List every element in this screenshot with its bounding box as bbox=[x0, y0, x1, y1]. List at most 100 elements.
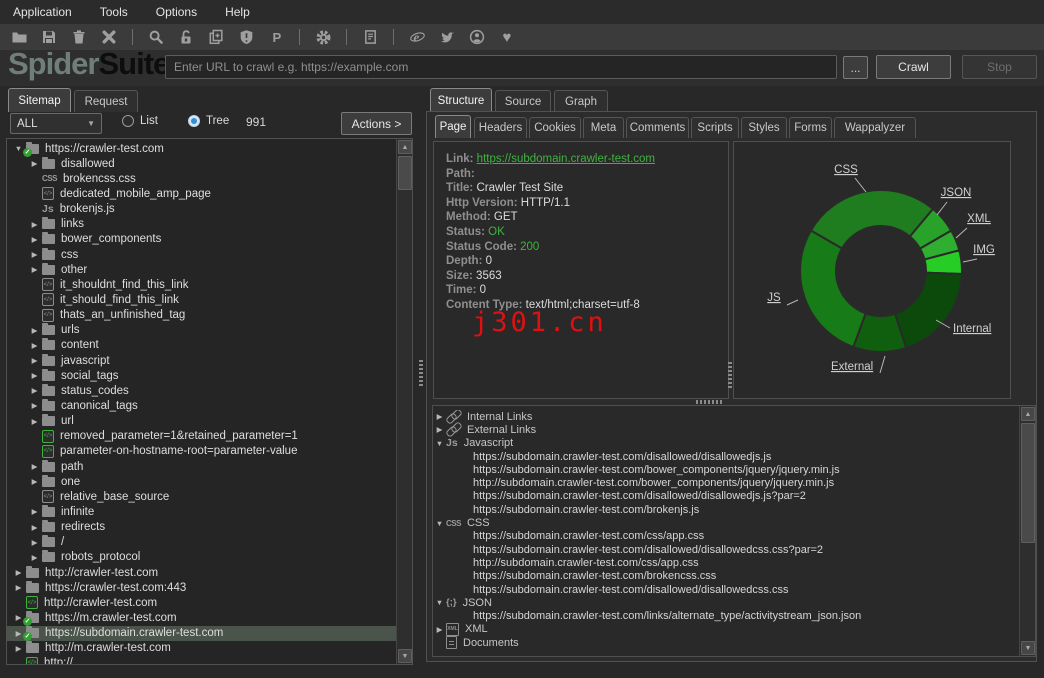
tree-row[interactable]: </> http://crawler-test.com bbox=[7, 595, 396, 610]
actions-button[interactable]: Actions > bbox=[341, 112, 412, 135]
tab-graph[interactable]: Graph bbox=[554, 90, 608, 112]
tree-row[interactable]: ▼https://crawler-test.com bbox=[7, 141, 396, 157]
tab-sitemap[interactable]: Sitemap bbox=[8, 88, 71, 112]
chevron-right-icon[interactable]: ▶ bbox=[11, 644, 26, 653]
chevron-right-icon[interactable]: ▶ bbox=[27, 326, 42, 335]
chevron-right-icon[interactable]: ▶ bbox=[27, 417, 42, 426]
tree-row[interactable]: </> thats_an_unfinished_tag bbox=[7, 308, 396, 323]
tree-row[interactable]: ▶ content bbox=[7, 338, 396, 353]
chevron-right-icon[interactable]: ▶ bbox=[27, 235, 42, 244]
tree-row[interactable]: ▶ links bbox=[7, 217, 396, 232]
chevron-right-icon[interactable]: ▶ bbox=[27, 159, 42, 168]
tree-row[interactable]: </> it_shouldnt_find_this_link bbox=[7, 277, 396, 292]
tree-row[interactable]: ▶ canonical_tags bbox=[7, 398, 396, 413]
tree-row[interactable]: </> dedicated_mobile_amp_page bbox=[7, 186, 396, 201]
links-url-row[interactable]: https://subdomain.crawler-test.com/disal… bbox=[433, 583, 1019, 596]
links-url-row[interactable]: https://subdomain.crawler-test.com/disal… bbox=[433, 490, 1019, 503]
tree-row[interactable]: ▶ css bbox=[7, 247, 396, 262]
links-url-row[interactable]: https://subdomain.crawler-test.com/broke… bbox=[433, 570, 1019, 583]
links-group-row[interactable]: ▼ Js Javascript bbox=[433, 437, 1019, 450]
vertical-splitter[interactable] bbox=[417, 88, 425, 666]
filter-dropdown[interactable]: ALL ▼ bbox=[10, 113, 102, 134]
browse-button[interactable]: ... bbox=[843, 56, 868, 79]
links-group-row[interactable]: ▼ {;} JSON bbox=[433, 596, 1019, 609]
chevron-right-icon[interactable]: ▶ bbox=[27, 523, 42, 532]
report-button[interactable] bbox=[355, 26, 385, 48]
tab-structure[interactable]: Structure bbox=[430, 88, 492, 112]
tree-row[interactable]: ▶ url bbox=[7, 414, 396, 429]
links-group-row[interactable]: ▼ CSS CSS bbox=[433, 516, 1019, 529]
close-button[interactable] bbox=[94, 26, 124, 48]
crawl-button[interactable]: Crawl bbox=[876, 55, 951, 79]
twitter-button[interactable] bbox=[432, 26, 462, 48]
donate-button[interactable]: ♥ bbox=[492, 26, 522, 48]
tree-row[interactable]: ▶ other bbox=[7, 262, 396, 277]
shield-alert-button[interactable] bbox=[231, 26, 261, 48]
search-button[interactable] bbox=[141, 26, 171, 48]
chevron-right-icon[interactable]: ▶ bbox=[27, 462, 42, 471]
browser-button[interactable]: e bbox=[402, 26, 432, 48]
tree-row[interactable]: ▶ status_codes bbox=[7, 383, 396, 398]
horizontal-splitter-grip[interactable] bbox=[696, 400, 722, 404]
tree-row[interactable]: ▶ http://m.crawler-test.com bbox=[7, 641, 396, 656]
chevron-right-icon[interactable]: ▶ bbox=[27, 220, 42, 229]
panel-splitter-grip[interactable] bbox=[728, 362, 732, 388]
chevron-down-icon[interactable]: ▼ bbox=[433, 519, 446, 528]
subtab-wappalyzer[interactable]: Wappalyzer bbox=[834, 117, 916, 138]
chevron-right-icon[interactable]: ▶ bbox=[433, 425, 446, 434]
links-group-row[interactable]: ▶ XML XML bbox=[433, 622, 1019, 636]
tree-row[interactable]: ▶ http://crawler-test.com bbox=[7, 565, 396, 580]
tree-row[interactable]: ▶ https://crawler-test.com:443 bbox=[7, 580, 396, 595]
subtab-styles[interactable]: Styles bbox=[741, 117, 787, 138]
scroll-up-icon[interactable]: ▲ bbox=[398, 140, 412, 154]
subtab-forms[interactable]: Forms bbox=[789, 117, 832, 138]
copy-button[interactable] bbox=[201, 26, 231, 48]
chevron-right-icon[interactable]: ▶ bbox=[433, 412, 446, 421]
links-group-row[interactable]: ▶ Internal Links bbox=[433, 410, 1019, 423]
unlock-button[interactable] bbox=[171, 26, 201, 48]
links-url-row[interactable]: https://subdomain.crawler-test.com/broke… bbox=[433, 503, 1019, 516]
settings-button[interactable] bbox=[308, 26, 338, 48]
subtab-headers[interactable]: Headers bbox=[474, 117, 527, 138]
scrollbar-thumb[interactable] bbox=[398, 156, 412, 190]
radio-list-circle[interactable] bbox=[122, 115, 134, 127]
links-url-row[interactable]: https://subdomain.crawler-test.com/bower… bbox=[433, 463, 1019, 476]
chevron-right-icon[interactable]: ▶ bbox=[27, 250, 42, 259]
radio-list[interactable]: List bbox=[122, 115, 158, 127]
chevron-right-icon[interactable]: ▶ bbox=[27, 356, 42, 365]
chevron-right-icon[interactable]: ▶ bbox=[27, 477, 42, 486]
tab-source[interactable]: Source bbox=[495, 90, 551, 112]
chevron-down-icon[interactable]: ▼ bbox=[433, 598, 446, 607]
links-group-row[interactable]: Documents bbox=[433, 636, 1019, 650]
links-url-row[interactable]: https://subdomain.crawler-test.com/links… bbox=[433, 609, 1019, 622]
scroll-down-icon[interactable]: ▼ bbox=[1021, 641, 1035, 655]
scrollbar-thumb[interactable] bbox=[1021, 423, 1035, 543]
chevron-right-icon[interactable]: ▶ bbox=[11, 583, 26, 592]
tree-row[interactable]: </> parameter-on-hostname-root=parameter-… bbox=[7, 444, 396, 459]
proxy-button[interactable]: P bbox=[261, 26, 291, 48]
open-folder-button[interactable] bbox=[4, 26, 34, 48]
links-url-row[interactable]: http://subdomain.crawler-test.com/css/ap… bbox=[433, 556, 1019, 569]
subtab-comments[interactable]: Comments bbox=[626, 117, 689, 138]
chevron-right-icon[interactable]: ▶ bbox=[27, 401, 42, 410]
chevron-right-icon[interactable]: ▶ bbox=[27, 371, 42, 380]
chevron-right-icon[interactable]: ▶ bbox=[27, 538, 42, 547]
menu-help[interactable]: Help bbox=[225, 5, 250, 19]
radio-tree[interactable]: Tree bbox=[188, 115, 229, 127]
links-group-row[interactable]: ▶ External Links bbox=[433, 423, 1019, 436]
chevron-right-icon[interactable]: ▶ bbox=[27, 553, 42, 562]
delete-button[interactable] bbox=[64, 26, 94, 48]
page-link[interactable]: https://subdomain.crawler-test.com bbox=[477, 153, 655, 165]
subtab-page[interactable]: Page bbox=[435, 115, 471, 138]
tree-row[interactable]: ▶ redirects bbox=[7, 520, 396, 535]
radio-tree-circle[interactable] bbox=[188, 115, 200, 127]
chevron-right-icon[interactable]: ▶ bbox=[27, 386, 42, 395]
links-scrollbar[interactable]: ▲ ▼ bbox=[1019, 406, 1035, 656]
tree-row[interactable]: ▶ / bbox=[7, 535, 396, 550]
chevron-right-icon[interactable]: ▶ bbox=[27, 265, 42, 274]
tree-row[interactable]: </> relative_base_source bbox=[7, 489, 396, 504]
tree-row[interactable]: ▶ disallowed bbox=[7, 156, 396, 171]
save-button[interactable] bbox=[34, 26, 64, 48]
chevron-right-icon[interactable]: ▶ bbox=[433, 625, 446, 634]
tree-row[interactable]: ▶ social_tags bbox=[7, 368, 396, 383]
